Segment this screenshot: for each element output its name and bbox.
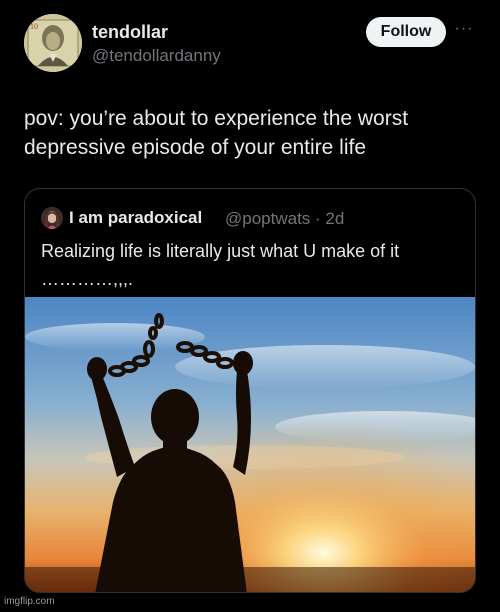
avatar[interactable]: 10 bbox=[24, 14, 82, 72]
quoted-tweet-text: Realizing life is literally just what U … bbox=[41, 241, 400, 289]
silhouette-breaking-chains-icon bbox=[25, 297, 475, 592]
tweet-screenshot: 10 tendollar @tendollardanny Follow ··· … bbox=[0, 0, 500, 612]
more-options-icon[interactable]: ··· bbox=[452, 20, 476, 40]
watermark: imgflip.com bbox=[4, 596, 55, 607]
quoted-avatar[interactable] bbox=[41, 207, 63, 229]
quoted-display-name[interactable]: I am paradoxical bbox=[69, 208, 202, 228]
quoted-image[interactable] bbox=[25, 297, 475, 592]
follow-button[interactable]: Follow bbox=[366, 17, 446, 47]
tweet-text: pov: you’re about to experience the wors… bbox=[24, 107, 409, 159]
quoted-handle-time[interactable]: @poptwats · 2d bbox=[225, 209, 344, 229]
svg-text:10: 10 bbox=[30, 22, 38, 31]
quoted-avatar-icon bbox=[41, 207, 63, 229]
display-name[interactable]: tendollar bbox=[92, 22, 168, 43]
user-handle[interactable]: @tendollardanny bbox=[92, 46, 221, 66]
ten-dollar-portrait-icon: 10 bbox=[24, 14, 82, 72]
quoted-tweet[interactable]: I am paradoxical @poptwats · 2d Realizin… bbox=[24, 188, 476, 593]
